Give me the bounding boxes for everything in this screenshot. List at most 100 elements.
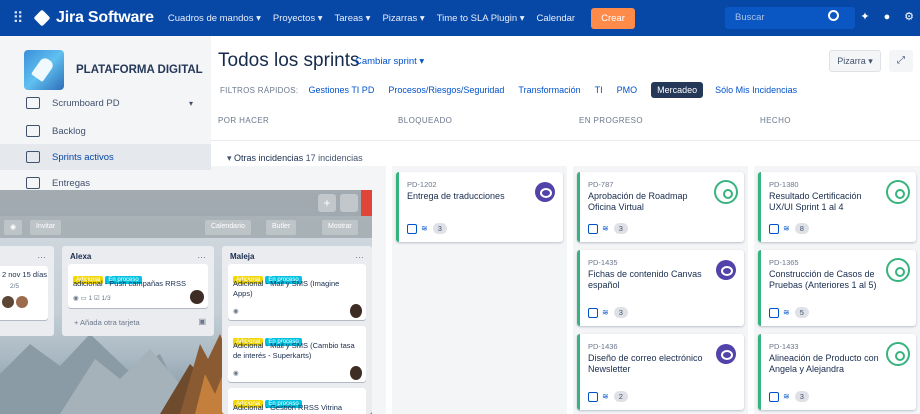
- issue-meta: ≋ 2: [588, 391, 628, 402]
- estimate-badge: 3: [432, 223, 447, 234]
- issue-key: PD-1380: [769, 180, 799, 189]
- assignee-avatar[interactable]: [716, 260, 736, 280]
- column-header-in-progress: EN PROGRESO: [579, 116, 643, 125]
- issue-card[interactable]: PD-787 Aprobación de Roadmap Oficina Vir…: [577, 172, 744, 242]
- swimlane-count: 17 incidencias: [305, 153, 363, 163]
- app-switcher-icon[interactable]: ⠿: [0, 9, 36, 27]
- add-icon[interactable]: +: [318, 194, 336, 212]
- assignee-avatar[interactable]: [888, 260, 908, 280]
- issue-summary: Construcción de Casos de Pruebas (Anteri…: [769, 269, 877, 290]
- assignee-avatar[interactable]: [888, 182, 908, 202]
- trello-card[interactable]: Adicional En proceso Adicional - Mail y S…: [228, 264, 366, 320]
- help-icon[interactable]: ●: [880, 10, 894, 24]
- card-text: Adicional - Mail y SMS (Imagine Apps): [233, 279, 340, 298]
- list-menu-icon[interactable]: …: [355, 250, 364, 260]
- page-title: Todos los sprints: [218, 50, 360, 71]
- create-button[interactable]: Crear: [591, 7, 635, 29]
- issue-card[interactable]: PD-1436 Diseño de correo electrónico New…: [577, 334, 744, 410]
- story-icon: [407, 223, 417, 234]
- trello-list: Maleja … Adicional En proceso Adicional -…: [222, 246, 372, 414]
- expand-icon[interactable]: ⤢: [889, 50, 913, 72]
- backlog-icon: [26, 125, 40, 137]
- template-icon[interactable]: ▣: [198, 317, 206, 326]
- nav-boards[interactable]: Pizarras ▾: [382, 13, 424, 24]
- assignee-avatar[interactable]: [535, 182, 555, 202]
- issue-summary: Entrega de traducciones: [407, 191, 505, 201]
- search-icon[interactable]: [828, 10, 839, 21]
- nav-issues[interactable]: Tareas ▾: [335, 13, 371, 24]
- member-avatar[interactable]: [190, 290, 204, 304]
- member-avatar[interactable]: [16, 296, 28, 308]
- filter-procesos[interactable]: Procesos/Riesgos/Seguridad: [388, 85, 504, 95]
- jira-logo[interactable]: Jira Software: [33, 9, 154, 27]
- trello-titlebar: +: [0, 190, 372, 216]
- calendar-button[interactable]: Calendario: [205, 220, 251, 235]
- issue-key: PD-1436: [588, 342, 618, 351]
- issue-key: PD-1435: [588, 258, 618, 267]
- issue-card[interactable]: PD-1433 Alineación de Producto con Angel…: [758, 334, 916, 410]
- story-icon: [769, 307, 779, 318]
- trello-card[interactable]: Adicional En proceso adicional - Push cam…: [68, 264, 208, 308]
- list-menu-icon[interactable]: …: [37, 250, 46, 260]
- sidebar-item-label: Backlog: [52, 125, 86, 137]
- close-icon[interactable]: [361, 190, 372, 216]
- issue-card[interactable]: PD-1380 Resultado Certificación UX/UI Sp…: [758, 172, 916, 242]
- assignee-avatar[interactable]: [716, 344, 736, 364]
- priority-icon: ≋: [602, 224, 609, 233]
- member-avatar[interactable]: [2, 296, 14, 308]
- filter-pmo[interactable]: PMO: [617, 85, 638, 95]
- settings-icon[interactable]: ⚙: [902, 10, 916, 24]
- filter-my-issues[interactable]: Sólo Mis Incidencias: [715, 85, 797, 95]
- issue-card[interactable]: PD-1365 Construcción de Casos de Pruebas…: [758, 250, 916, 326]
- members-icon[interactable]: ◉: [4, 220, 23, 235]
- priority-icon: ≋: [602, 392, 609, 401]
- issue-meta: ≋ 3: [588, 307, 628, 318]
- butler-button[interactable]: Butler: [266, 220, 297, 235]
- watch-icon: ◉: [233, 370, 239, 377]
- story-icon: [769, 391, 779, 402]
- add-card-button[interactable]: + Añada otra tarjeta: [74, 318, 140, 327]
- member-avatar[interactable]: [350, 304, 362, 318]
- trello-card[interactable]: Adicional En proceso Adicional - Mail y S…: [228, 326, 366, 382]
- trello-card[interactable]: 2 nov 15 días 2/5: [0, 266, 48, 320]
- sidebar-item-active-sprints[interactable]: Sprints activos: [0, 144, 211, 170]
- nav-projects[interactable]: Proyectos ▾: [273, 13, 323, 24]
- assignee-avatar[interactable]: [716, 182, 736, 202]
- estimate-badge: 2: [613, 391, 628, 402]
- filter-transformacion[interactable]: Transformación: [518, 85, 580, 95]
- board-menu-button[interactable]: Pizarra ▾: [829, 50, 881, 72]
- issue-key: PD-787: [588, 180, 614, 189]
- project-avatar: [24, 50, 64, 90]
- filter-ti[interactable]: TI: [595, 85, 603, 95]
- change-sprint-link[interactable]: Cambiar sprint ▾: [355, 56, 424, 67]
- sidebar-item-backlog[interactable]: Backlog: [0, 118, 211, 144]
- issue-meta: ≋ 5: [769, 307, 809, 318]
- assignee-avatar[interactable]: [888, 344, 908, 364]
- member-avatar[interactable]: [350, 366, 362, 380]
- nav-dashboards[interactable]: Cuadros de mandos ▾: [168, 13, 261, 24]
- sidebar-item-scrumboard[interactable]: Scrumboard PD ▾: [0, 90, 211, 116]
- show-menu-button[interactable]: Mostrar: [322, 220, 358, 235]
- estimate-badge: 5: [794, 307, 809, 318]
- estimate-badge: 3: [613, 223, 628, 234]
- issue-card[interactable]: PD-1435 Fichas de contenido Canvas españ…: [577, 250, 744, 326]
- sidebar-item-label: Sprints activos: [52, 151, 114, 163]
- project-header[interactable]: PLATAFORMA DIGITAL: [24, 50, 203, 90]
- issue-meta: ≋ 3: [769, 391, 809, 402]
- notifications-icon[interactable]: ✦: [858, 10, 872, 24]
- issue-card[interactable]: PD-1202 Entrega de traducciones ≋ 3: [396, 172, 563, 242]
- info-icon[interactable]: [340, 194, 358, 212]
- invite-button[interactable]: Invitar: [30, 220, 62, 235]
- trello-card[interactable]: Adicional En proceso Adicional - Gestión …: [228, 388, 366, 414]
- nav-sla-plugin[interactable]: Time to SLA Plugin ▾: [437, 13, 525, 24]
- comment-icon: ▭: [80, 295, 87, 302]
- issue-meta: ≋ 8: [769, 223, 809, 234]
- issue-summary: Resultado Certificación UX/UI Sprint 1 a…: [769, 191, 862, 212]
- priority-icon: ≋: [783, 224, 790, 233]
- nav-calendar[interactable]: Calendar: [537, 13, 576, 24]
- list-menu-icon[interactable]: …: [197, 250, 206, 260]
- filter-mercadeo[interactable]: Mercadeo: [651, 82, 704, 98]
- filter-gestiones[interactable]: Gestiones TI PD: [308, 85, 374, 95]
- issue-key: PD-1202: [407, 180, 437, 189]
- swimlane-header[interactable]: ▾ Otras incidencias 17 incidencias: [211, 140, 920, 166]
